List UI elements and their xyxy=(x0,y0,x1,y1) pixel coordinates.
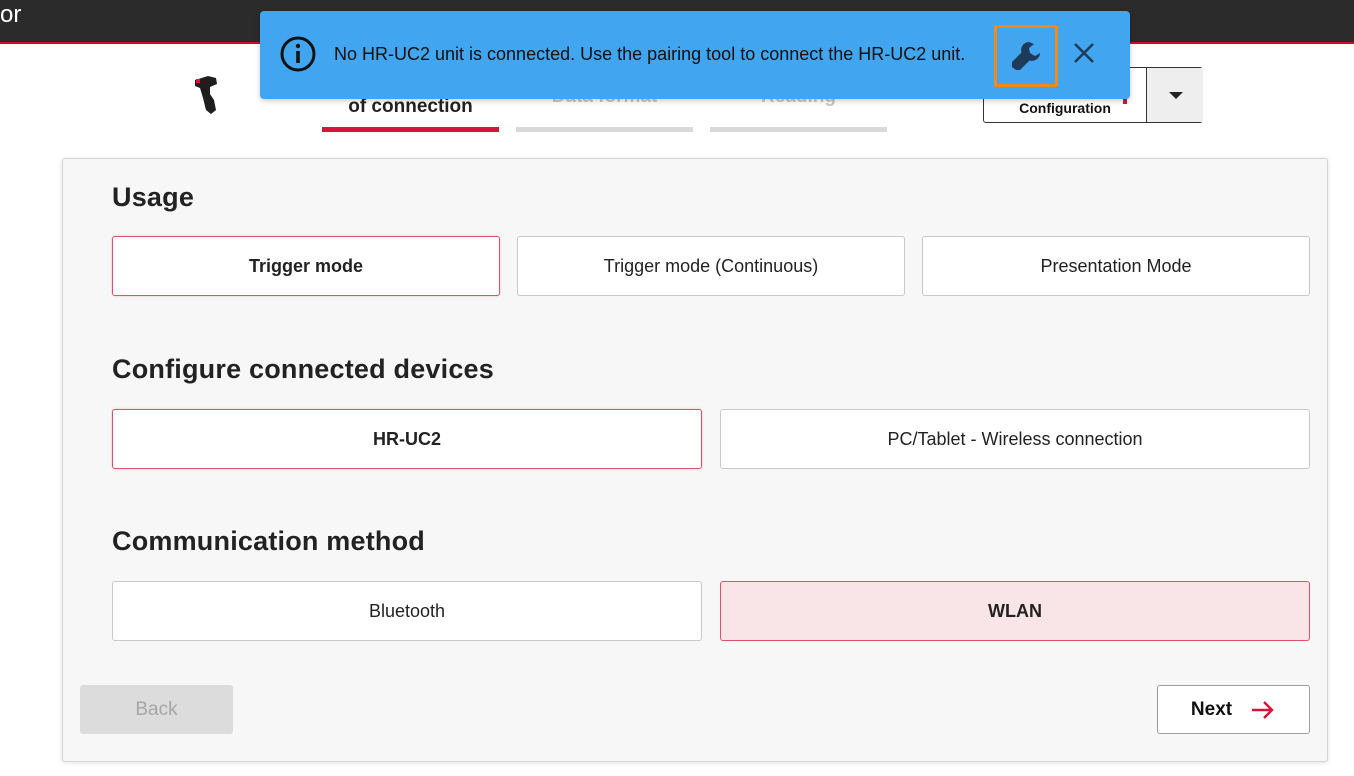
wrench-icon xyxy=(1012,42,1040,70)
option-trigger-mode-continuous[interactable]: Trigger mode (Continuous) xyxy=(517,236,905,296)
step-indicator-active xyxy=(322,127,499,132)
option-hr-uc2[interactable]: HR-UC2 xyxy=(112,409,702,469)
scanner-icon xyxy=(195,76,217,114)
chevron-down-icon xyxy=(1169,92,1183,99)
next-button[interactable]: Next xyxy=(1157,685,1310,734)
arrow-right-icon xyxy=(1252,700,1274,719)
option-pc-tablet-wireless[interactable]: PC/Tablet - Wireless connection xyxy=(720,409,1310,469)
configuration-label: Configuration xyxy=(1019,100,1111,116)
section-title-devices: Configure connected devices xyxy=(112,354,494,384)
close-icon[interactable] xyxy=(1069,38,1099,68)
step-indicator xyxy=(710,127,887,132)
step-indicator xyxy=(516,127,693,132)
notification-toast: No HR-UC2 unit is connected. Use the pai… xyxy=(260,11,1130,99)
info-icon xyxy=(280,36,316,72)
option-trigger-mode[interactable]: Trigger mode xyxy=(112,236,500,296)
back-button[interactable]: Back xyxy=(80,685,233,734)
section-title-communication: Communication method xyxy=(112,526,425,556)
next-button-label: Next xyxy=(1190,698,1233,720)
toast-message: No HR-UC2 unit is connected. Use the pai… xyxy=(334,44,966,64)
app-title: or xyxy=(0,1,22,28)
step-label: of connection xyxy=(348,96,473,117)
section-title-usage: Usage xyxy=(112,182,195,212)
option-wlan[interactable]: WLAN xyxy=(720,581,1310,641)
option-bluetooth[interactable]: Bluetooth xyxy=(112,581,702,641)
option-presentation-mode[interactable]: Presentation Mode xyxy=(922,236,1310,296)
configuration-dropdown-toggle[interactable] xyxy=(1146,68,1203,122)
pairing-tool-button[interactable] xyxy=(994,25,1058,87)
back-button-label: Back xyxy=(135,698,178,720)
